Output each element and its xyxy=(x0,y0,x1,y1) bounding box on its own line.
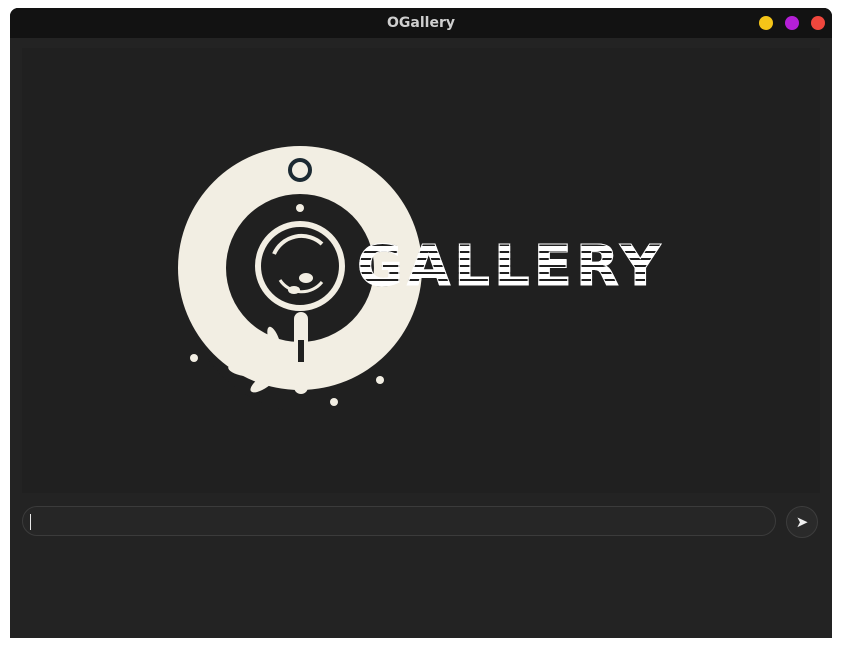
window-controls xyxy=(759,16,825,30)
gallery-view: GALLERY xyxy=(22,48,820,493)
send-button[interactable]: ➤ xyxy=(786,506,818,538)
message-input[interactable] xyxy=(22,506,776,536)
send-arrow-icon: ➤ xyxy=(795,514,809,531)
maximize-button[interactable] xyxy=(785,16,799,30)
text-caret xyxy=(30,514,31,530)
logo-wordmark: GALLERY xyxy=(357,234,665,299)
window-title: OGallery xyxy=(387,15,455,31)
title-bar[interactable]: OGallery xyxy=(10,8,832,38)
close-button[interactable] xyxy=(811,16,825,30)
chat-input-row: ➤ xyxy=(22,506,822,540)
ogallery-logo: GALLERY xyxy=(172,144,661,418)
minimize-button[interactable] xyxy=(759,16,773,30)
app-window: OGallery GALLERY ➤ xyxy=(10,8,832,638)
